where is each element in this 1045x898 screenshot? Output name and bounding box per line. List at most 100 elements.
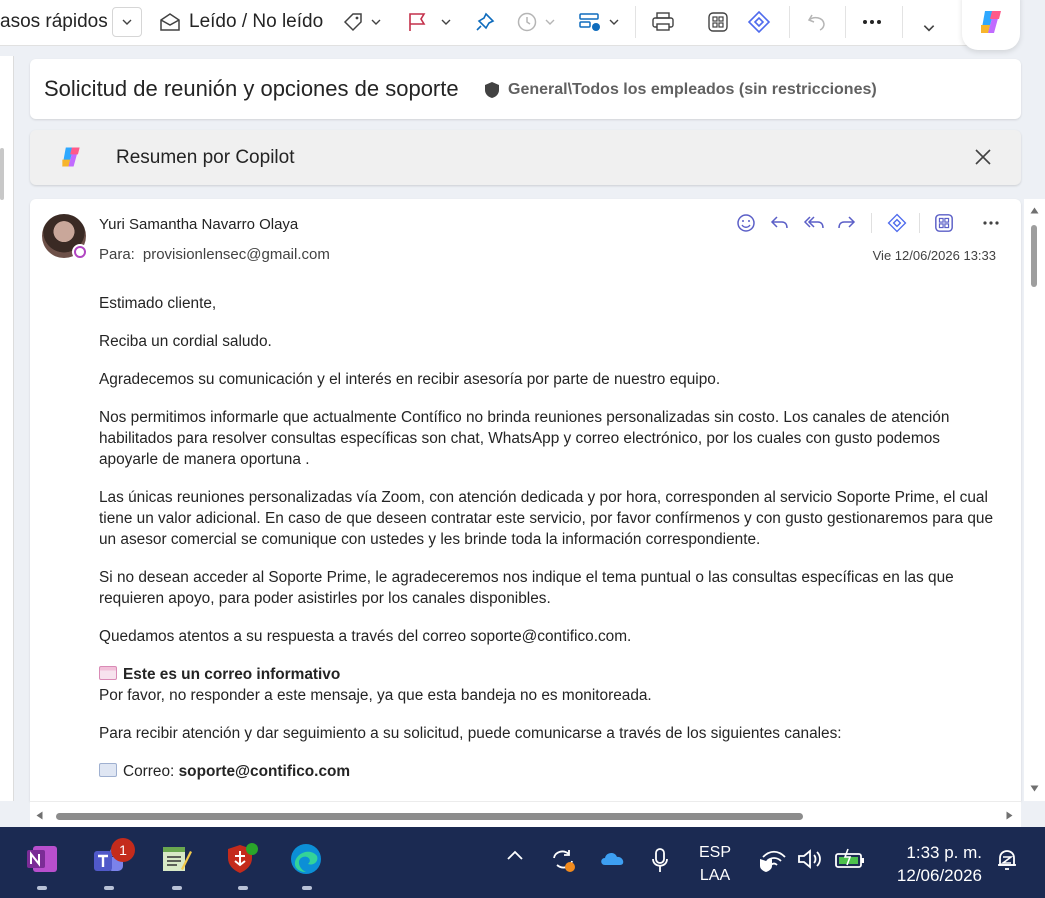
toolbar-divider [845, 6, 846, 38]
horizontal-scrollbar[interactable] [30, 801, 1021, 827]
info-heading: Este es un correo informativo [123, 666, 341, 683]
vpn-shield-icon [228, 843, 258, 873]
email-channel-value[interactable]: soporte@contifico.com [179, 763, 351, 780]
recipients-line: Para: provisionlensec@gmail.com [99, 246, 330, 263]
scroll-up-arrow-icon[interactable] [1030, 207, 1039, 214]
chevron-down-icon [923, 25, 935, 32]
copilot-icon [981, 11, 1001, 33]
copilot-icon [62, 147, 80, 167]
sender-name[interactable]: Yuri Samantha Navarro Olaya [99, 216, 298, 233]
loop-message-button[interactable] [886, 212, 908, 234]
microphone-tray-button[interactable] [652, 847, 668, 873]
reply-all-button[interactable] [803, 212, 825, 234]
apps-grid-icon [935, 214, 953, 232]
network-tray-button[interactable] [760, 847, 788, 873]
microphone-icon [652, 848, 668, 872]
chevron-down-icon [609, 19, 619, 25]
close-icon[interactable] [974, 148, 992, 166]
scroll-down-arrow-icon[interactable] [1030, 785, 1039, 792]
reading-pane-message: Yuri Samantha Navarro Olaya Para: provisi… [30, 199, 1021, 801]
toolbar-divider [902, 6, 903, 38]
wifi-shield-icon [760, 850, 786, 872]
flag-icon [409, 13, 426, 31]
chevron-down-icon [122, 19, 132, 25]
notifications-button[interactable] [996, 848, 1018, 872]
message-more-button[interactable] [983, 212, 999, 234]
copilot-button[interactable] [962, 0, 1020, 50]
message-subject: Solicitud de reunión y opciones de sopor… [44, 76, 459, 101]
quick-steps-button[interactable]: asos rápidos [0, 0, 108, 44]
actions-divider [871, 213, 872, 233]
categorize-button[interactable] [342, 0, 382, 44]
copilot-summary-bar[interactable]: Resumen por Copilot [30, 130, 1021, 185]
more-horizontal-icon [983, 221, 999, 225]
sensitivity-text: General\Todos los empleados (sin restric… [508, 81, 877, 98]
recipient-address[interactable]: provisionlensec@gmail.com [143, 246, 330, 263]
flag-button[interactable] [406, 0, 452, 44]
presence-badge [72, 244, 88, 260]
print-button[interactable] [651, 0, 675, 44]
chevron-up-icon [507, 850, 523, 860]
battery-tray-button[interactable] [834, 848, 866, 870]
running-indicator [37, 886, 47, 890]
clock-time: 1:33 p. m. [906, 843, 982, 862]
message-body: Estimado cliente, Reciba un cordial salu… [99, 293, 994, 782]
list-scrollbar-thumb[interactable] [0, 148, 4, 200]
read-unread-label: Leído / No leído [189, 11, 324, 32]
notepad-taskbar-button[interactable] [158, 841, 194, 877]
ribbon-toolbar: asos rápidos Leído / No leído [0, 0, 980, 46]
undo-button[interactable] [806, 0, 828, 44]
snooze-button[interactable] [516, 0, 556, 44]
envelope-open-icon [160, 13, 180, 31]
scroll-left-arrow-icon[interactable] [36, 811, 43, 820]
notification-bell-icon [998, 850, 1016, 870]
windows-taskbar: 1 ESP LAA 1:33 p. m. 12/06/2026 [0, 827, 1045, 898]
read-unread-button[interactable]: Leído / No leído [159, 0, 323, 44]
teams-notification-badge: 1 [111, 838, 135, 862]
pin-button[interactable] [474, 0, 496, 44]
onedrive-tray-button[interactable] [599, 849, 627, 867]
edge-taskbar-button[interactable] [288, 841, 324, 877]
system-clock[interactable]: 1:33 p. m. 12/06/2026 [897, 841, 982, 887]
quick-steps-label: asos rápidos [0, 11, 108, 32]
reply-button[interactable] [769, 212, 789, 234]
body-greeting: Estimado cliente, [99, 295, 217, 312]
vertical-scrollbar[interactable] [1024, 199, 1045, 801]
vertical-scrollbar-thumb[interactable] [1031, 225, 1037, 287]
battery-charging-icon [835, 848, 864, 868]
edge-icon [291, 844, 321, 874]
language-code: ESP [699, 844, 732, 861]
to-label: Para: [99, 246, 135, 263]
sensitivity-label[interactable]: General\Todos los empleados (sin restric… [484, 81, 877, 99]
vpn-taskbar-button[interactable] [224, 841, 260, 877]
rules-icon [579, 13, 600, 31]
body-salutation: Reciba un cordial saludo. [99, 333, 272, 350]
body-paragraph: Si no desean acceder al Soporte Prime, l… [99, 569, 954, 607]
subject-header: Solicitud de reunión y opciones de sopor… [30, 59, 1021, 119]
email-channel-label: Correo: [123, 763, 175, 780]
keyboard-layout: LAA [699, 867, 731, 884]
reaction-button[interactable] [736, 212, 756, 234]
clock-date: 12/06/2026 [896, 866, 982, 885]
chevron-down-icon [545, 19, 555, 25]
onenote-taskbar-button[interactable] [24, 841, 60, 877]
show-hidden-icons-button[interactable] [506, 849, 524, 861]
input-language-indicator[interactable]: ESP LAA [699, 841, 731, 887]
actions-divider [919, 213, 920, 233]
horizontal-scrollbar-thumb[interactable] [56, 813, 803, 820]
message-apps-button[interactable] [934, 212, 954, 234]
forward-button[interactable] [837, 212, 857, 234]
sync-icon [553, 850, 575, 872]
sync-tray-button[interactable] [549, 846, 577, 874]
expand-ribbon-button[interactable] [922, 6, 936, 50]
quick-steps-dropdown[interactable] [112, 7, 142, 37]
loop-button[interactable] [746, 0, 772, 44]
apps-button[interactable] [707, 0, 729, 44]
volume-tray-button[interactable] [797, 847, 825, 871]
pin-icon [476, 12, 495, 31]
rules-button[interactable] [578, 0, 620, 44]
channels-intro: Para recibir atención y dar seguimiento … [99, 725, 842, 742]
more-options-button[interactable] [862, 0, 882, 44]
scroll-right-arrow-icon[interactable] [1006, 811, 1013, 820]
running-indicator [302, 886, 312, 890]
